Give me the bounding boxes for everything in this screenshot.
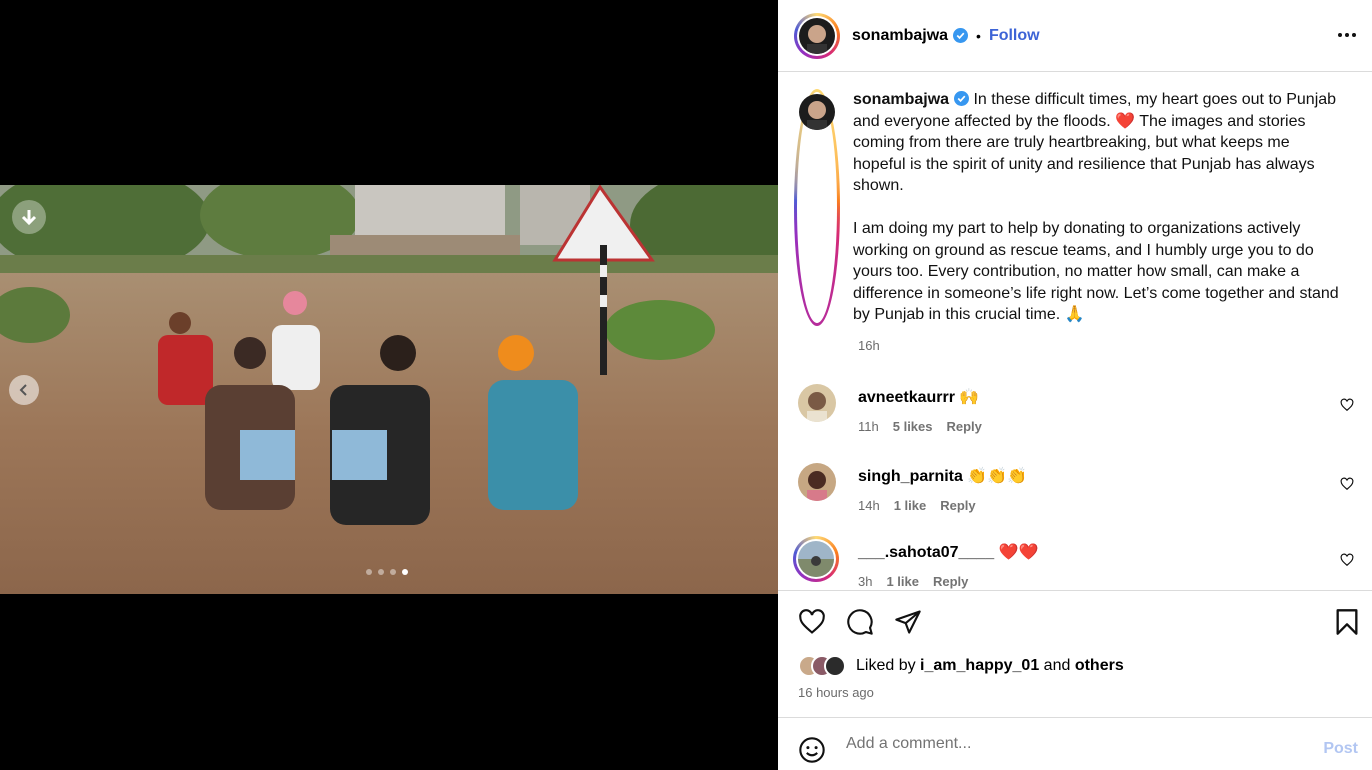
carousel-prev-button[interactable] (9, 375, 39, 405)
more-horizontal-icon[interactable] (1336, 24, 1358, 46)
reply-button[interactable]: Reply (933, 574, 968, 589)
liked-by-user[interactable]: i_am_happy_01 (920, 657, 1039, 674)
verified-badge-icon (953, 28, 969, 43)
avatar (799, 17, 835, 54)
story-ring[interactable] (794, 12, 840, 59)
comment-username[interactable]: avneetkaurrr (858, 389, 955, 406)
commenter-story-ring[interactable] (793, 536, 839, 582)
comment-time[interactable]: 3h (858, 574, 872, 589)
comment-item: avneetkaurrr 🙌 11h 5 likes Reply (798, 384, 1358, 444)
commenter-avatar[interactable] (798, 384, 836, 422)
add-comment-bar: Post (778, 718, 1372, 770)
comment-item: singh_parnita 👏👏👏 14h 1 like Reply (798, 463, 1358, 523)
reply-button[interactable]: Reply (947, 419, 982, 434)
caption-body-part2: The images and stories coming from there… (853, 112, 1339, 324)
comment-likes[interactable]: 1 like (886, 574, 919, 589)
follow-button[interactable]: Follow (989, 27, 1040, 45)
share-send-icon[interactable] (894, 608, 922, 636)
comment-time[interactable]: 14h (858, 498, 880, 513)
caption-story-ring[interactable] (794, 89, 840, 326)
comment-text: 👏👏👏 (967, 468, 1028, 485)
comment-input[interactable] (846, 735, 1286, 753)
separator-dot: • (976, 27, 981, 44)
bookmark-icon[interactable] (1334, 608, 1360, 636)
verified-badge-icon (954, 91, 970, 106)
post-caption: sonambajwa In these difficult times, my … (794, 89, 1354, 326)
heart-outline-icon[interactable] (1340, 477, 1354, 491)
liked-by-others[interactable]: others (1075, 657, 1124, 674)
post-details-pane: sonambajwa • Follow sonambajwa In these … (778, 0, 1372, 770)
heart-outline-icon[interactable] (1340, 553, 1354, 567)
carousel-dot (390, 569, 396, 575)
liker-avatar (824, 655, 846, 677)
flood-scene-image (0, 185, 778, 594)
comment-username[interactable]: ___.sahota07____ (858, 544, 994, 561)
post-photo[interactable] (0, 185, 778, 594)
comments-scroll-area[interactable]: sonambajwa In these difficult times, my … (778, 73, 1372, 590)
carousel-dot-active (402, 569, 408, 575)
post-comment-button[interactable]: Post (1323, 740, 1358, 758)
chevron-left-icon (19, 384, 27, 396)
header-username[interactable]: sonambajwa (852, 27, 948, 45)
avatar (799, 94, 835, 130)
liked-by-text: Liked by i_am_happy_01 and others (856, 657, 1124, 675)
reply-button[interactable]: Reply (940, 498, 975, 513)
comment-text: 🙌 (959, 389, 980, 406)
comment-likes[interactable]: 1 like (894, 498, 927, 513)
red-heart-emoji: ❤️ (1115, 112, 1136, 130)
heart-outline-icon[interactable] (1340, 398, 1354, 412)
download-icon[interactable] (12, 200, 46, 234)
like-heart-icon[interactable] (798, 608, 826, 636)
comment-username[interactable]: singh_parnita (858, 468, 963, 485)
comment-item: ___.sahota07____ ❤️❤️ 3h 1 like Reply (793, 536, 1358, 590)
liked-by-row: Liked by i_am_happy_01 and others (798, 655, 1124, 677)
post-header: sonambajwa • Follow (778, 0, 1372, 72)
caption-username[interactable]: sonambajwa (853, 91, 949, 108)
post-actions: Liked by i_am_happy_01 and others 16 hou… (778, 590, 1372, 718)
liker-avatars[interactable] (798, 655, 846, 677)
liked-by-prefix: Liked by (856, 657, 921, 674)
carousel-dot (366, 569, 372, 575)
caption-text: sonambajwa In these difficult times, my … (853, 89, 1343, 326)
comment-time[interactable]: 11h (858, 419, 879, 434)
post-timestamp[interactable]: 16 hours ago (798, 685, 874, 700)
comment-likes[interactable]: 5 likes (893, 419, 933, 434)
commenter-avatar[interactable] (798, 463, 836, 501)
media-pane (0, 0, 778, 770)
folded-hands-emoji: 🙏 (1064, 306, 1085, 323)
caption-timestamp: 16h (858, 338, 880, 353)
carousel-dot (378, 569, 384, 575)
carousel-indicator (366, 569, 408, 575)
comment-text: ❤️❤️ (998, 544, 1039, 561)
emoji-icon[interactable] (798, 736, 826, 764)
comment-bubble-icon[interactable] (846, 608, 874, 636)
commenter-avatar (798, 541, 834, 577)
liked-by-and: and (1039, 657, 1075, 674)
